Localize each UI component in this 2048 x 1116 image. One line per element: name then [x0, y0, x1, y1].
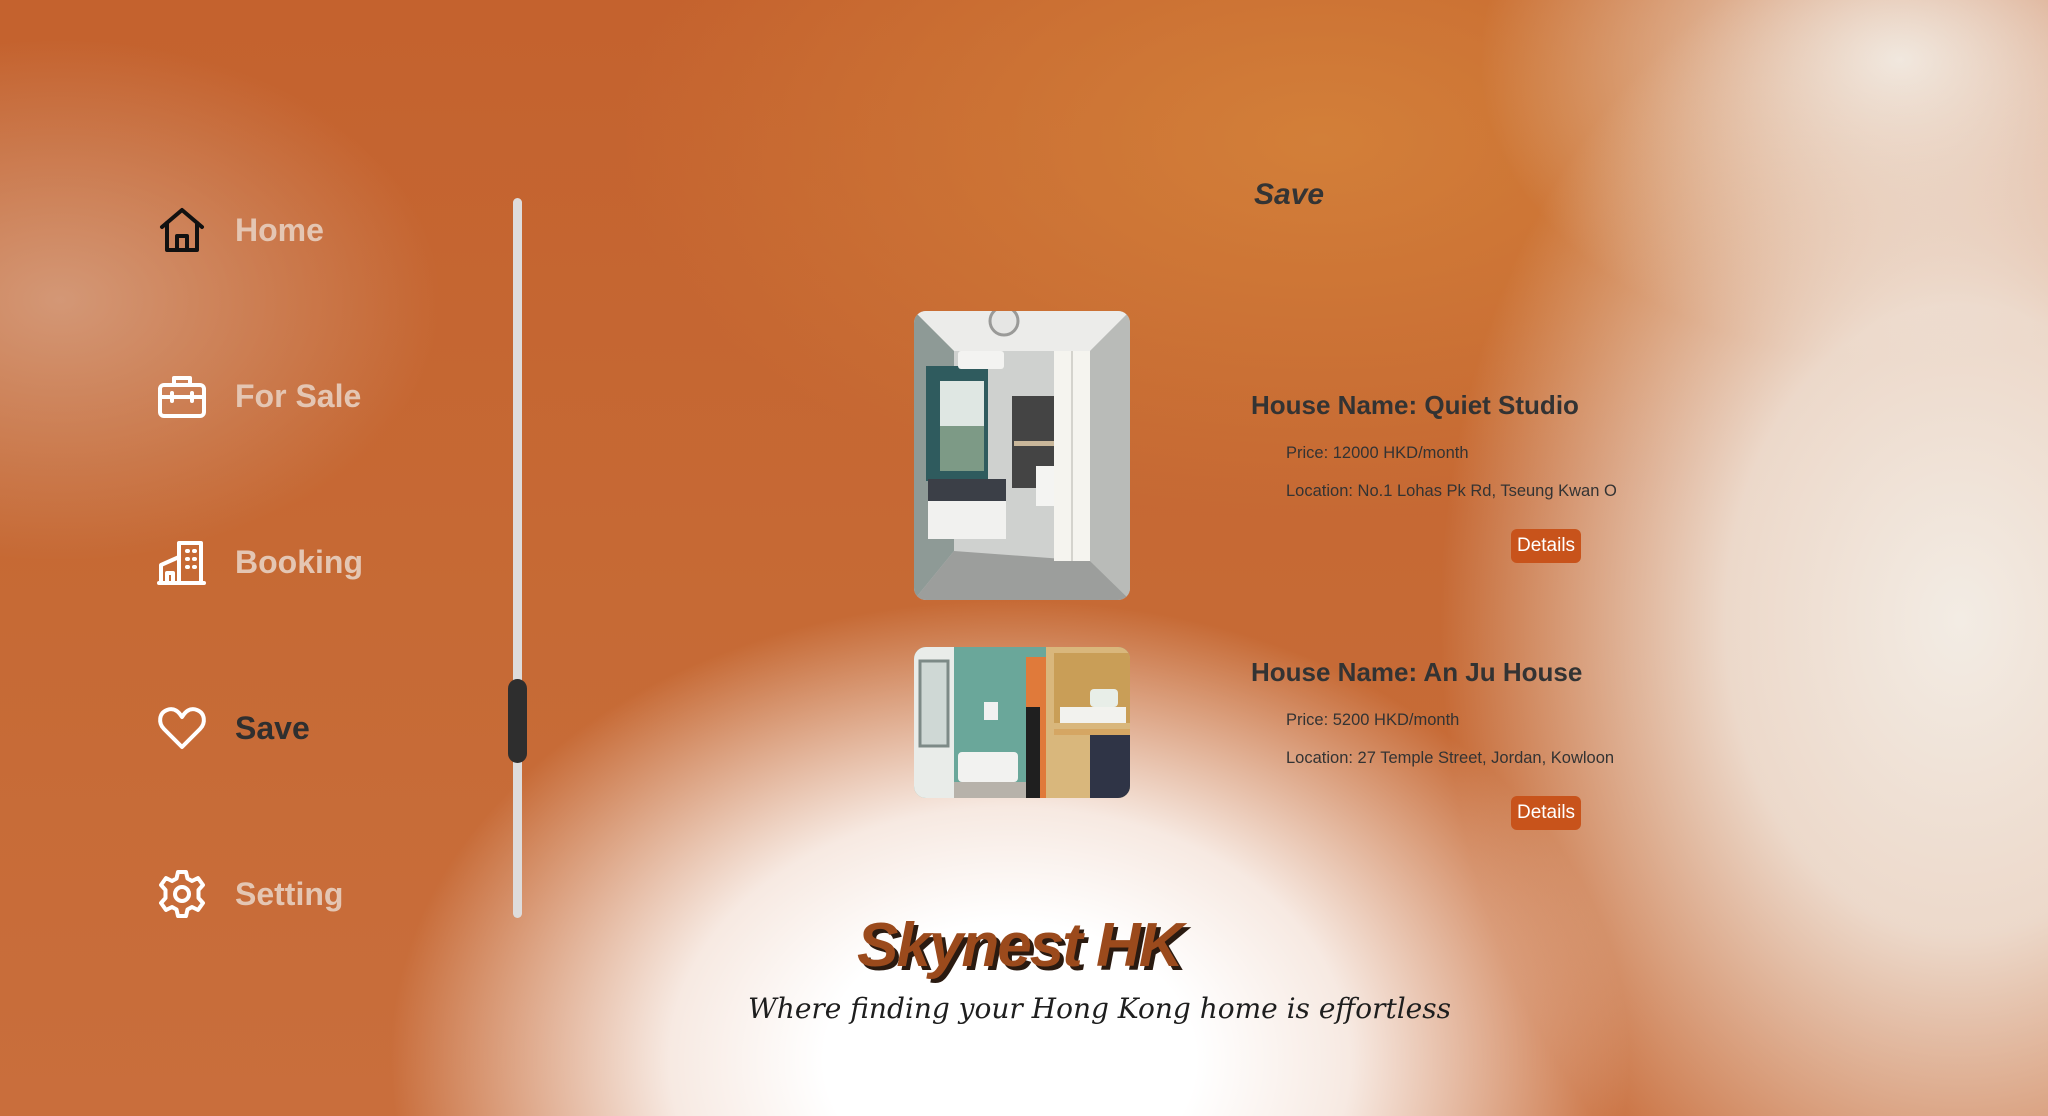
briefcase-icon	[156, 370, 208, 422]
listing-location: Location: 27 Temple Street, Jordan, Kowl…	[1286, 749, 1615, 767]
brand-tagline: Where finding your Hong Kong home is eff…	[748, 992, 1451, 1025]
listing-name: House Name: An Ju House	[1251, 657, 1583, 687]
sidebar-item-label: Home	[235, 211, 324, 248]
sidebar-item-for-sale[interactable]: For Sale	[156, 370, 361, 422]
scrollbar-thumb[interactable]	[508, 679, 527, 763]
sidebar-item-label: Setting	[235, 875, 344, 912]
sidebar-item-label: Booking	[235, 543, 363, 580]
listing-price: Price: 12000 HKD/month	[1286, 444, 1469, 462]
listing-location: Location: No.1 Lohas Pk Rd, Tseung Kwan …	[1286, 482, 1617, 500]
page-title: Save	[1254, 178, 1325, 211]
details-button[interactable]: Details	[1511, 529, 1581, 563]
home-icon	[156, 204, 208, 256]
building-icon	[156, 536, 208, 588]
heart-icon	[156, 702, 208, 754]
listing-photo-an-ju-house[interactable]	[914, 647, 1130, 798]
sidebar-item-setting[interactable]: Setting	[156, 868, 343, 920]
brand-logo-text: Skynest HK	[857, 911, 1184, 980]
sidebar-item-label: Save	[235, 709, 310, 746]
listing-photo-quiet-studio[interactable]	[914, 311, 1130, 600]
scrollbar-track[interactable]	[513, 198, 522, 918]
sidebar-item-label: For Sale	[235, 377, 362, 414]
sidebar-item-save[interactable]: Save	[156, 702, 310, 754]
listing-price: Price: 5200 HKD/month	[1286, 711, 1460, 729]
details-button[interactable]: Details	[1511, 796, 1581, 830]
sidebar-item-booking[interactable]: Booking	[156, 536, 363, 588]
gear-icon	[156, 868, 208, 920]
room-photo-image	[914, 311, 1130, 600]
listing-name: House Name: Quiet Studio	[1251, 390, 1579, 420]
room-photo-image	[914, 647, 1130, 798]
sidebar-item-home[interactable]: Home	[156, 204, 324, 256]
